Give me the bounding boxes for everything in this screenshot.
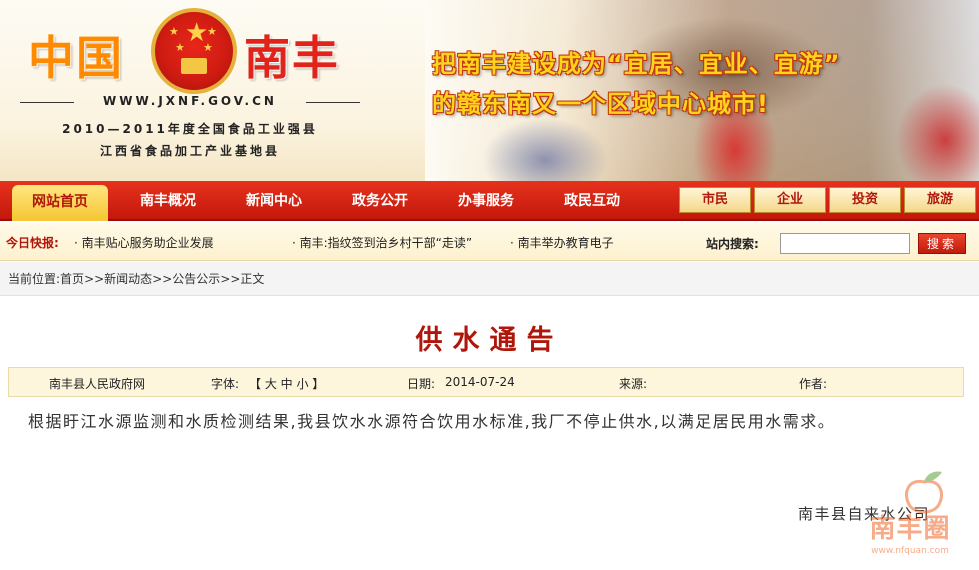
ticker-item[interactable]: · 南丰贴心服务助企业发展 bbox=[74, 234, 214, 251]
ticker-item[interactable]: · 南丰:指纹签到治乡村干部“走读” bbox=[292, 234, 472, 251]
site-banner: 中国 ★ ★ ★ ★ ★ 南丰 WWW.JXNF.GOV.CN 2010—201… bbox=[0, 0, 979, 181]
search-input[interactable] bbox=[780, 233, 910, 254]
breadcrumb-separator: >> bbox=[152, 272, 173, 286]
logo-text-nanfeng: 南丰 bbox=[244, 31, 340, 85]
meta-font-label: 字体: bbox=[211, 377, 240, 391]
category-enterprise-button[interactable]: 企业 bbox=[754, 187, 826, 213]
nav-item-gov-affairs[interactable]: 政务公开 bbox=[330, 181, 430, 221]
site-url: WWW.JXNF.GOV.CN bbox=[20, 94, 360, 108]
slogan-line-1: 把南丰建设成为“宜居、宜业、宜游” bbox=[432, 50, 841, 78]
nav-item-services[interactable]: 办事服务 bbox=[436, 181, 536, 221]
font-size-switcher[interactable]: 【 大 中 小 】 bbox=[249, 375, 324, 392]
news-ticker-bar: 今日快报: · 南丰贴心服务助企业发展 · 南丰:指纹签到治乡村干部“走读” ·… bbox=[0, 223, 979, 261]
nanfengquan-watermark: 南丰圈 www.nfquan.com bbox=[848, 468, 972, 566]
search-button[interactable]: 搜索 bbox=[918, 233, 966, 254]
meta-date: 2014-07-24 bbox=[445, 375, 515, 389]
category-citizen-button[interactable]: 市民 bbox=[679, 187, 751, 213]
breadcrumb-home[interactable]: 首页 bbox=[60, 272, 84, 286]
national-emblem-icon: ★ ★ ★ ★ ★ bbox=[151, 8, 237, 94]
nav-item-home[interactable]: 网站首页 bbox=[12, 185, 108, 221]
honor-line-2: 江西省食品加工产业基地县 bbox=[99, 144, 280, 158]
meta-author-label: 作者: bbox=[799, 377, 828, 391]
ticker-item[interactable]: · 南丰举办教育电子 bbox=[510, 234, 620, 251]
slogan-line-2: 的赣东南又一个区域中心城市! bbox=[432, 90, 769, 118]
logo-text-china: 中国 bbox=[28, 31, 124, 85]
breadcrumb: 当前位置:首页>>新闻动态>>公告公示>>正文 bbox=[0, 262, 979, 296]
category-investment-button[interactable]: 投资 bbox=[829, 187, 901, 213]
breadcrumb-separator: >> bbox=[220, 272, 241, 286]
nav-item-interaction[interactable]: 政民互动 bbox=[542, 181, 642, 221]
meta-origin-label: 来源: bbox=[619, 377, 648, 391]
main-nav: 网站首页 南丰概况 新闻中心 政务公开 办事服务 政民互动 市民 企业 投资 旅… bbox=[0, 181, 979, 221]
ticker-label: 今日快报: bbox=[6, 236, 59, 250]
breadcrumb-notices[interactable]: 公告公示 bbox=[172, 272, 220, 286]
breadcrumb-current: 正文 bbox=[240, 272, 265, 286]
category-tourism-button[interactable]: 旅游 bbox=[904, 187, 976, 213]
breadcrumb-prefix: 当前位置: bbox=[8, 272, 61, 286]
search-label: 站内搜索: bbox=[706, 237, 759, 251]
nav-item-news[interactable]: 新闻中心 bbox=[224, 181, 324, 221]
breadcrumb-separator: >> bbox=[84, 272, 105, 286]
article-title: 供水通告 bbox=[415, 325, 564, 356]
watermark-url: www.nfquan.com bbox=[871, 546, 949, 556]
article-meta-bar: 南丰县人民政府网 字体: 【 大 中 小 】 日期: 2014-07-24 来源… bbox=[8, 367, 964, 397]
honor-line-1: 2010—2011年度全国食品工业强县 bbox=[62, 122, 318, 136]
article-body: 根据盱江水源监测和水质检测结果,我县饮水水源符合饮用水标准,我厂不停止供水,以满… bbox=[28, 412, 836, 431]
nav-item-overview[interactable]: 南丰概况 bbox=[118, 181, 218, 221]
breadcrumb-news[interactable]: 新闻动态 bbox=[104, 272, 152, 286]
watermark-text: 南丰圈 bbox=[869, 514, 951, 544]
meta-source-site: 南丰县人民政府网 bbox=[49, 377, 146, 391]
meta-date-label: 日期: bbox=[407, 377, 436, 391]
